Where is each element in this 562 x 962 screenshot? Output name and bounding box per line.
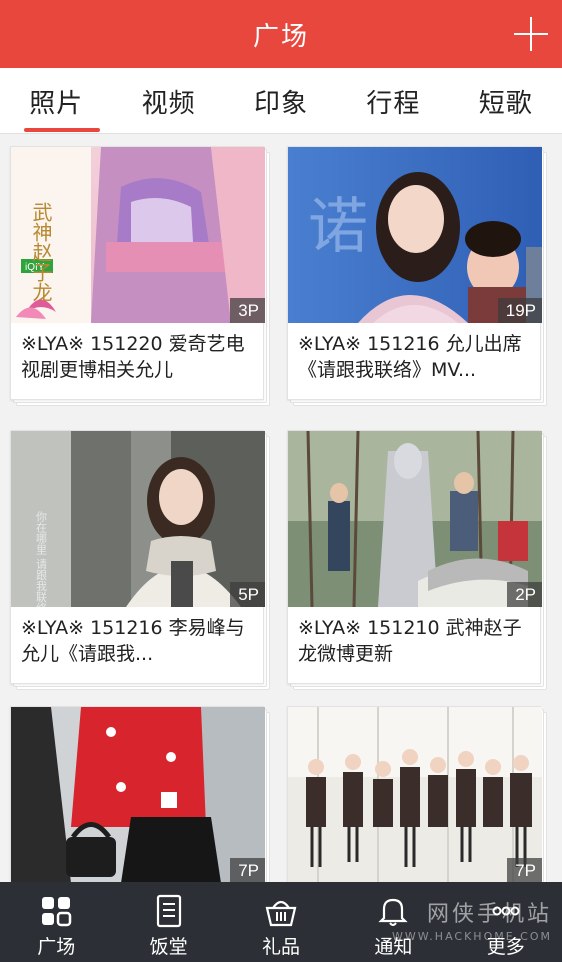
category-tabs: 照片 视频 印象 行程 短歌 bbox=[0, 68, 562, 134]
album-thumbnail: 7P bbox=[11, 707, 265, 882]
watermark-url: WWW.HACKHOME.COM bbox=[391, 930, 552, 943]
album-thumbnail: 诺 19P bbox=[288, 147, 542, 323]
document-icon bbox=[156, 894, 181, 928]
tab-photos[interactable]: 照片 bbox=[0, 68, 112, 134]
nav-label: 礼品 bbox=[261, 936, 300, 958]
bell-icon bbox=[378, 898, 409, 926]
album-card[interactable]: iQIY 武神赵子龙 3P ※LYA※ 151220 爱奇艺电视剧更博相关允儿 bbox=[10, 146, 270, 406]
tab-schedule[interactable]: 行程 bbox=[337, 68, 449, 134]
tab-impressions[interactable]: 印象 bbox=[225, 68, 337, 134]
album-caption: ※LYA※ 151220 爱奇艺电视剧更博相关允儿 bbox=[21, 333, 245, 381]
photo-count-badge: 19P bbox=[497, 298, 542, 323]
tab-short-songs[interactable]: 短歌 bbox=[450, 68, 562, 134]
nav-label: 广场 bbox=[37, 936, 76, 958]
nav-label: 饭堂 bbox=[149, 936, 188, 958]
watermark-text: 网侠手机站 bbox=[426, 902, 552, 927]
photo-count-badge: 3P bbox=[230, 298, 265, 323]
nav-item-plaza[interactable]: 广场 bbox=[0, 882, 112, 962]
plus-icon[interactable] bbox=[514, 17, 548, 51]
album-card[interactable]: 你在哪里 请跟我联络 5P ※LYA※ 151216 李易峰与允儿《请跟我... bbox=[10, 430, 270, 690]
album-caption: ※LYA※ 151216 李易峰与允儿《请跟我... bbox=[21, 617, 245, 665]
drama-title-art: 武神赵子龙 bbox=[29, 202, 53, 302]
album-card[interactable]: 7P bbox=[287, 706, 547, 882]
album-thumbnail: 你在哪里 请跟我联络 5P bbox=[11, 431, 265, 607]
poster-text: 你在哪里 请跟我联络 bbox=[35, 511, 48, 607]
nav-item-canteen[interactable]: 饭堂 bbox=[112, 882, 224, 962]
album-thumbnail: 7P bbox=[288, 707, 542, 882]
basket-icon bbox=[265, 900, 297, 927]
photo-count-badge: 7P bbox=[230, 858, 265, 882]
photo-album-grid: iQIY 武神赵子龙 3P ※LYA※ 151220 爱奇艺电视剧更博相关允儿 bbox=[0, 134, 562, 882]
album-caption: ※LYA※ 151210 武神赵子龙微博更新 bbox=[298, 617, 522, 665]
album-caption: ※LYA※ 151216 允儿出席《请跟我联络》MV... bbox=[298, 333, 522, 381]
backdrop-calligraphy: 诺 bbox=[308, 192, 368, 262]
photo-count-badge: 2P bbox=[507, 582, 542, 607]
grid-icon bbox=[42, 897, 72, 927]
tab-videos[interactable]: 视频 bbox=[112, 68, 224, 134]
album-card[interactable]: 诺 19P ※LYA※ 151216 允儿出席《请跟我联络》MV... bbox=[287, 146, 547, 406]
album-thumbnail: iQIY 武神赵子龙 3P bbox=[11, 147, 265, 323]
album-thumbnail: 2P bbox=[288, 431, 542, 607]
page-title: 广场 bbox=[252, 21, 309, 52]
photo-count-badge: 5P bbox=[230, 582, 265, 607]
nav-item-gifts[interactable]: 礼品 bbox=[225, 882, 337, 962]
app-header: 广场 bbox=[0, 0, 562, 68]
photo-count-badge: 7P bbox=[507, 858, 542, 882]
album-card[interactable]: 2P ※LYA※ 151210 武神赵子龙微博更新 bbox=[287, 430, 547, 690]
album-card[interactable]: 7P bbox=[10, 706, 270, 882]
